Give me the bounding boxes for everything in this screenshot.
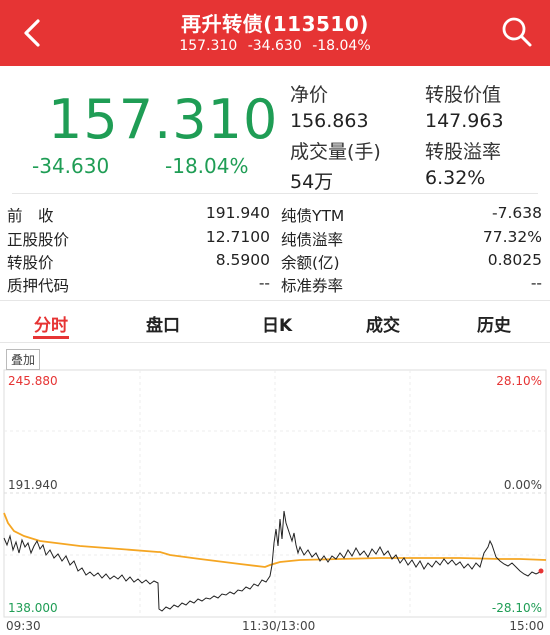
- info-value: 8.5900: [215, 251, 270, 269]
- info-row: 质押代码 -- 标准券率 --: [0, 274, 550, 298]
- info-label: 质押代码: [7, 277, 70, 295]
- volume-block: 成交量(手) 54万: [290, 137, 381, 194]
- net-price-block: 净价 156.863: [290, 80, 369, 132]
- info-row: 转股价 8.5900 余额(亿) 0.8025: [0, 251, 550, 275]
- current-price-dot: [538, 568, 544, 574]
- divider: [12, 193, 538, 194]
- y-axis-high: 245.880: [8, 374, 58, 388]
- tab-trades[interactable]: 成交: [366, 311, 400, 336]
- price-line: [3, 510, 541, 612]
- conversion-value: 147.963: [425, 110, 504, 132]
- last-price: 157.310: [48, 88, 279, 151]
- y-axis-low: 138.000: [8, 601, 58, 615]
- volume-value: 54万: [290, 171, 334, 193]
- price-change: -34.630: [32, 154, 110, 178]
- tab-history[interactable]: 历史: [477, 311, 511, 336]
- info-label: 前 收: [7, 207, 54, 225]
- divider: [0, 300, 550, 301]
- info-value: 12.7100: [205, 228, 270, 246]
- conversion-premium-value: 6.32%: [425, 167, 486, 189]
- conversion-value-label: 转股价值: [425, 84, 502, 106]
- x-axis-end: 15:00: [509, 619, 544, 633]
- conversion-value-block: 转股价值 147.963: [425, 80, 504, 132]
- volume-label: 成交量(手): [290, 141, 381, 163]
- info-label: 正股股价: [7, 231, 70, 249]
- title-bar: 再升转债(113510) 157.310 -34.630 -18.04%: [0, 0, 550, 66]
- info-label: 余额(亿): [281, 254, 340, 272]
- pct-axis-low: -28.10%: [491, 601, 542, 615]
- info-label: 纯债YTM: [281, 207, 345, 225]
- security-title: 再升转债(113510): [181, 12, 369, 36]
- y-axis-mid: 191.940: [8, 478, 58, 492]
- header-change-pct: -18.04%: [312, 38, 371, 54]
- pct-axis-high: 28.10%: [496, 374, 542, 388]
- info-value: 191.940: [205, 204, 270, 222]
- x-axis-mid: 11:30/13:00: [242, 619, 316, 633]
- tab-intraday[interactable]: 分时: [34, 311, 68, 336]
- intraday-chart: 叠加 245.880 191.940 138.000 28.10% 0.00% …: [0, 343, 550, 635]
- info-value: --: [530, 274, 542, 292]
- info-row: 前 收 191.940 纯债YTM -7.638: [0, 204, 550, 228]
- conversion-premium-label: 转股溢率: [425, 141, 502, 163]
- info-value: 77.32%: [482, 228, 542, 246]
- overlay-button[interactable]: 叠加: [6, 349, 41, 370]
- header-price: 157.310: [179, 38, 238, 54]
- conversion-premium-block: 转股溢率 6.32%: [425, 137, 501, 189]
- info-row: 正股股价 12.7100 纯债溢率 77.32%: [0, 228, 550, 252]
- price-change-pct: -18.04%: [165, 154, 249, 178]
- info-label: 标准券率: [281, 277, 344, 295]
- header-change: -34.630: [247, 38, 302, 54]
- header-quote-summary: 157.310 -34.630 -18.04%: [0, 38, 550, 54]
- info-label: 纯债溢率: [281, 231, 344, 249]
- net-price-label: 净价: [290, 84, 329, 106]
- search-icon[interactable]: [500, 15, 534, 49]
- x-axis-start: 09:30: [6, 619, 41, 633]
- tab-daily-k[interactable]: 日K: [262, 311, 292, 336]
- info-value: 0.8025: [487, 251, 542, 269]
- active-tab-indicator: [33, 336, 69, 339]
- info-value: -7.638: [492, 204, 542, 222]
- net-price-value: 156.863: [290, 110, 369, 132]
- info-label: 转股价: [7, 254, 54, 272]
- intraday-chart-svg[interactable]: [0, 343, 550, 635]
- chart-tabs: 分时 盘口 日K 成交 历史: [0, 305, 550, 343]
- info-value: --: [258, 274, 270, 292]
- tab-order-book[interactable]: 盘口: [146, 311, 180, 336]
- pct-axis-mid: 0.00%: [503, 478, 542, 492]
